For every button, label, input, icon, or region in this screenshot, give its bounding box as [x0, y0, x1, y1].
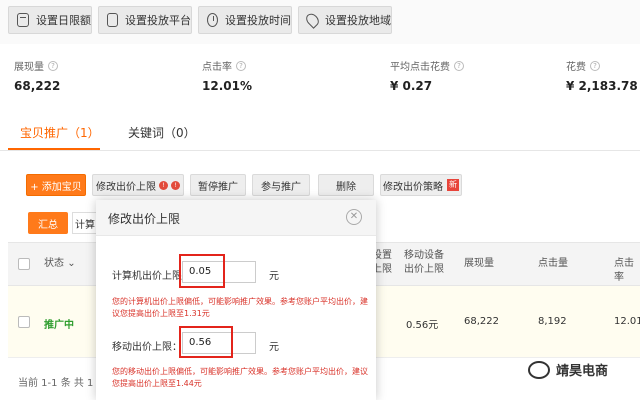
alert-icon: !	[159, 180, 168, 190]
stat-avg-cpc: 平均点击花费? ¥ 0.27	[390, 58, 464, 93]
highlight-box	[179, 254, 225, 288]
dialog-title: 修改出价上限	[108, 212, 181, 226]
row-status: 推广中	[44, 320, 74, 331]
row-ctr: 12.01	[614, 316, 640, 327]
add-product-button[interactable]: + 添加宝贝	[26, 174, 86, 196]
pc-warning-text: 您的计算机出价上限偏低，可能影响推广效果。参考您账户平均出价，建议您提高出价上限…	[112, 297, 368, 318]
ctr-header: 点击率	[614, 258, 634, 283]
mobile-bid-limit-label: 移动出价上限：	[112, 342, 182, 353]
set-region-label: 设置投放地域	[325, 14, 391, 27]
join-promotion-button[interactable]: 参与推广	[252, 174, 310, 196]
pc-unit: 元	[269, 271, 279, 282]
new-badge: 新	[447, 179, 459, 191]
help-icon[interactable]: ?	[590, 60, 600, 71]
modify-bid-strategy-button[interactable]: 修改出价策略 新	[380, 174, 462, 196]
modify-bid-limit-dialog: 修改出价上限 ✕ 计算机出价上限： 0.05 元 您的计算机出价上限偏低，可能影…	[96, 200, 376, 400]
calendar-icon	[17, 13, 29, 27]
toolbar: 设置日限额 设置投放平台 设置投放时间 设置投放地域	[0, 0, 640, 44]
mobile-warning-text: 您的移动出价上限偏低，可能影响推广效果。参考您账户平均出价，建议您提高出价上限至…	[112, 367, 368, 388]
set-time-button[interactable]: 设置投放时间	[198, 6, 292, 34]
row-impressions: 68,222	[464, 316, 499, 327]
stat-label: 点击率	[202, 62, 232, 73]
highlight-box	[179, 326, 233, 358]
stat-value: 12.01%	[202, 79, 252, 93]
modify-bid-strategy-label: 修改出价策略	[383, 181, 443, 193]
platform-icon	[107, 13, 118, 27]
stat-value: 68,222	[14, 79, 61, 93]
select-all-checkbox[interactable]	[18, 258, 30, 270]
stat-label: 花费	[566, 62, 586, 73]
stat-label: 平均点击花费	[390, 62, 450, 73]
delete-button[interactable]: 删除	[318, 174, 374, 196]
help-icon[interactable]: ?	[48, 60, 58, 71]
clock-icon	[207, 13, 218, 27]
mobile-unit: 元	[269, 342, 279, 353]
watermark-text: 靖昊电商	[556, 364, 609, 379]
help-icon[interactable]: ?	[454, 60, 464, 71]
set-daily-limit-button[interactable]: 设置日限额	[8, 6, 92, 34]
watermark: 靖昊电商	[528, 360, 608, 379]
stat-cost: 花费? ¥ 2,183.78	[566, 58, 638, 93]
close-icon[interactable]: ✕	[346, 209, 362, 225]
set-platform-button[interactable]: 设置投放平台	[98, 6, 192, 34]
chevron-down-icon: ⌄	[67, 258, 76, 269]
set-region-button[interactable]: 设置投放地域	[298, 6, 392, 34]
modify-bid-limit-label: 修改出价上限	[96, 181, 156, 193]
set-time-label: 设置投放时间	[225, 14, 291, 27]
stat-ctr: 点击率? 12.01%	[202, 58, 252, 93]
tab-keywords[interactable]: 关键词（0）	[128, 124, 196, 141]
tab-divider	[0, 150, 640, 151]
mobile-bid-limit-header: 移动设备 出价上限	[404, 250, 444, 275]
alert-icon: !	[171, 180, 180, 190]
pagination-info: 当前 1-1 条 共 1 条	[18, 378, 107, 389]
summary-tab[interactable]: 汇总	[28, 212, 68, 234]
help-icon[interactable]: ?	[236, 60, 246, 71]
row-mobile-bid-limit: 0.56元	[406, 320, 439, 331]
impressions-header: 展现量	[464, 258, 494, 269]
tab-products[interactable]: 宝贝推广（1）	[20, 124, 100, 141]
modify-bid-limit-button[interactable]: 修改出价上限 ! !	[92, 174, 184, 196]
stat-value: ¥ 2,183.78	[566, 79, 638, 93]
status-column-header[interactable]: 状态 ⌄	[44, 257, 76, 271]
row-checkbox[interactable]	[18, 316, 30, 328]
set-daily-limit-label: 设置日限额	[36, 14, 91, 27]
set-platform-label: 设置投放平台	[125, 14, 191, 27]
pause-promotion-button[interactable]: 暂停推广	[190, 174, 246, 196]
dialog-header: 修改出价上限 ✕	[96, 200, 376, 236]
wechat-icon	[528, 360, 550, 379]
stat-value: ¥ 0.27	[390, 79, 433, 93]
location-icon	[303, 11, 322, 29]
stat-label: 展现量	[14, 62, 44, 73]
stat-impressions: 展现量? 68,222	[14, 58, 60, 93]
row-clicks: 8,192	[538, 316, 567, 327]
clicks-header: 点击量	[538, 258, 568, 269]
compute-tab[interactable]: 计算	[72, 212, 98, 234]
